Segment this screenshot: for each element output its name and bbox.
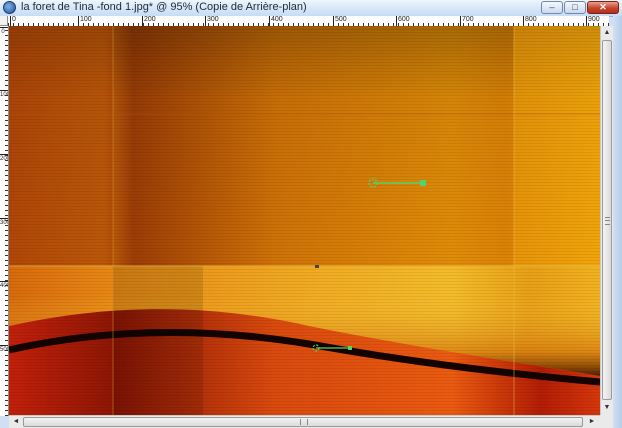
horizontal-scrollbar[interactable]: ◄ ► [9, 415, 600, 428]
ruler-label: 300 [0, 218, 8, 226]
scroll-left-arrow-icon[interactable]: ◄ [11, 416, 21, 427]
ruler-corner [0, 16, 8, 26]
image-artwork [9, 26, 600, 415]
ruler-label: 800 [523, 16, 537, 26]
ruler-label: 700 [460, 16, 474, 26]
ruler-label: 500 [0, 345, 8, 353]
scroll-right-arrow-icon[interactable]: ► [587, 416, 597, 427]
ruler-label: 0 [10, 16, 16, 26]
close-button[interactable]: ✕ [587, 1, 619, 14]
ruler-label: 900 [586, 16, 600, 26]
ruler-label: 600 [396, 16, 410, 26]
window-title: la foret de Tina -fond 1.jpg* @ 95% (Cop… [21, 1, 307, 13]
maximize-button[interactable]: □ [564, 1, 586, 14]
ruler-label: 100 [0, 90, 8, 98]
scroll-up-arrow-icon[interactable]: ▲ [602, 27, 612, 38]
vertical-scroll-thumb[interactable] [602, 40, 612, 400]
horizontal-scroll-thumb[interactable] [23, 417, 583, 427]
ruler-label: 400 [269, 16, 283, 26]
app-icon[interactable] [3, 1, 16, 14]
vertical-scrollbar[interactable]: ▲ ▼ [600, 26, 613, 415]
grip-icon [605, 217, 610, 225]
vertical-ruler[interactable]: 0 100 200 300 400 500 [0, 26, 9, 416]
layer-marker[interactable] [315, 265, 319, 268]
minimize-button[interactable]: – [541, 1, 563, 14]
image-canvas[interactable] [9, 26, 600, 415]
window-frame [613, 16, 622, 428]
ruler-label: 500 [333, 16, 347, 26]
ruler-label: 100 [78, 16, 92, 26]
title-bar: la foret de Tina -fond 1.jpg* @ 95% (Cop… [0, 0, 622, 17]
ruler-label: 300 [205, 16, 219, 26]
scroll-down-arrow-icon[interactable]: ▼ [602, 402, 612, 413]
ruler-label: 200 [0, 154, 8, 162]
ruler-label: 200 [142, 16, 156, 26]
ruler-label: 0 [0, 27, 8, 35]
grip-icon [300, 419, 308, 425]
ruler-label: 400 [0, 281, 8, 289]
